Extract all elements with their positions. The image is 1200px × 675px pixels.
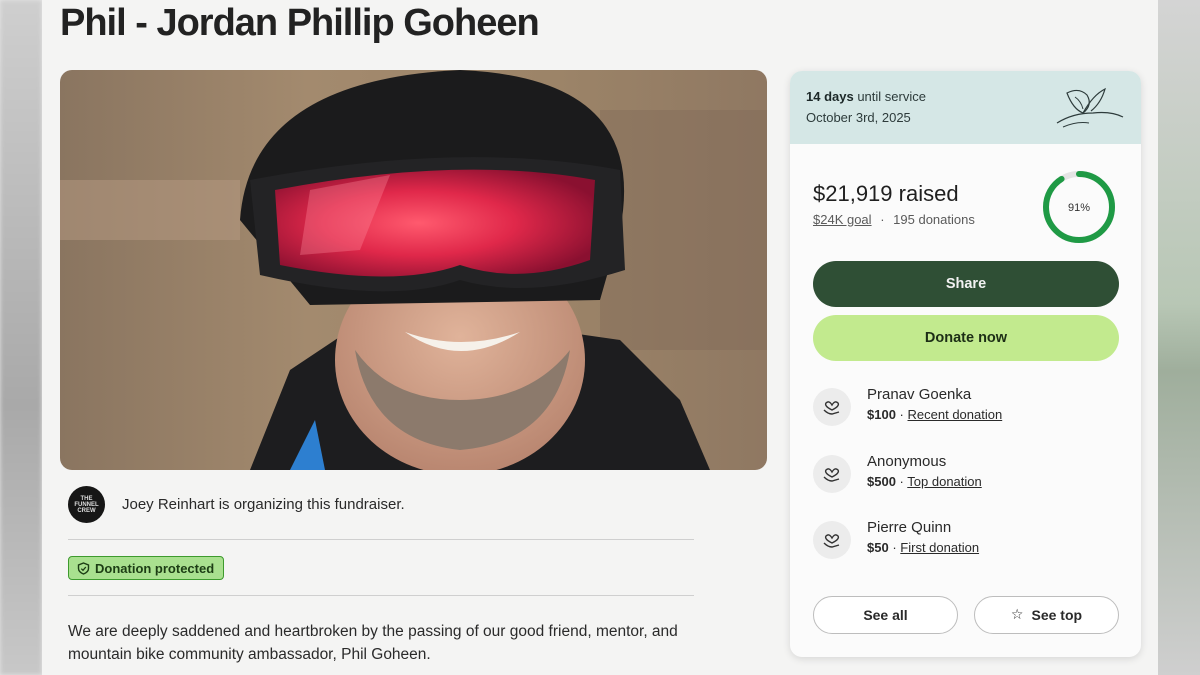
donor-name: Pierre Quinn [867,519,952,536]
star-icon: ☆ [1010,607,1024,623]
donation-count: 195 donations [893,212,975,227]
heart-hand-icon [813,388,851,426]
service-banner: 14 days until service October 3rd, 2025 [790,71,1141,144]
donation-protected-badge[interactable]: Donation protected [68,556,225,580]
organizer-avatar[interactable]: THE FUNNEL CREW [68,486,105,523]
see-all-button[interactable]: See all [813,596,958,634]
donor-item: Pranav Goenka $100 · Recent donation [813,386,1002,426]
donor-amount: $50 [867,540,889,555]
fundraiser-page: Phil - Jordan Phillip Goheen THE FUNNEL … [42,0,1158,675]
heart-hand-icon [813,521,851,559]
donor-separator: · [899,474,904,489]
page-title: Phil - Jordan Phillip Goheen [60,2,540,44]
background-blur-left [0,0,42,675]
divider [68,595,694,596]
raised-amount-line: $21,919 raised [813,181,959,207]
donor-name: Anonymous [867,453,947,470]
shield-icon [77,561,90,575]
story-text: We are deeply saddened and heartbroken b… [68,623,678,663]
donor-amount: $100 [867,407,896,422]
service-days: 14 days [806,89,854,104]
progress-percent: 91% [1068,202,1090,214]
divider [68,539,694,540]
donate-now-button[interactable]: Donate now [813,315,1119,361]
donor-name: Pranav Goenka [867,386,972,403]
donation-card: 14 days until service October 3rd, 2025 … [790,71,1141,657]
donor-separator: · [892,540,897,555]
service-suffix: until service [857,89,926,104]
donor-tag-link[interactable]: Top donation [907,474,981,489]
raised-amount: $21,919 [813,181,893,206]
donor-item: Pierre Quinn $50 · First donation [813,519,979,559]
organizer-text: Joey Reinhart is organizing this fundrai… [122,496,405,513]
donation-protected-label: Donation protected [95,560,215,576]
see-top-button[interactable]: ☆ See top [974,596,1119,634]
goal-link[interactable]: $24K goal [813,212,872,227]
see-all-label: See all [863,607,908,623]
hero-photo [60,70,767,470]
background-blur-right [1158,0,1200,675]
heart-hand-icon [813,455,851,493]
lily-flower-icon [1056,87,1124,128]
donor-item: Anonymous $500 · Top donation [813,453,982,493]
donor-separator: · [899,407,904,422]
progress-ring: 91% [1043,171,1115,243]
goal-line: $24K goal · 195 donations [813,212,975,227]
see-top-label: See top [1031,607,1083,623]
organizer-avatar-text: THE FUNNEL CREW [74,495,99,514]
goal-separator: · [880,212,885,227]
donor-tag-link[interactable]: First donation [900,540,979,555]
donor-tag-link[interactable]: Recent donation [908,407,1003,422]
raised-suffix: raised [898,181,959,206]
donor-amount: $500 [867,474,896,489]
organizer-row: THE FUNNEL CREW Joey Reinhart is organiz… [68,486,405,523]
share-button[interactable]: Share [813,261,1119,307]
